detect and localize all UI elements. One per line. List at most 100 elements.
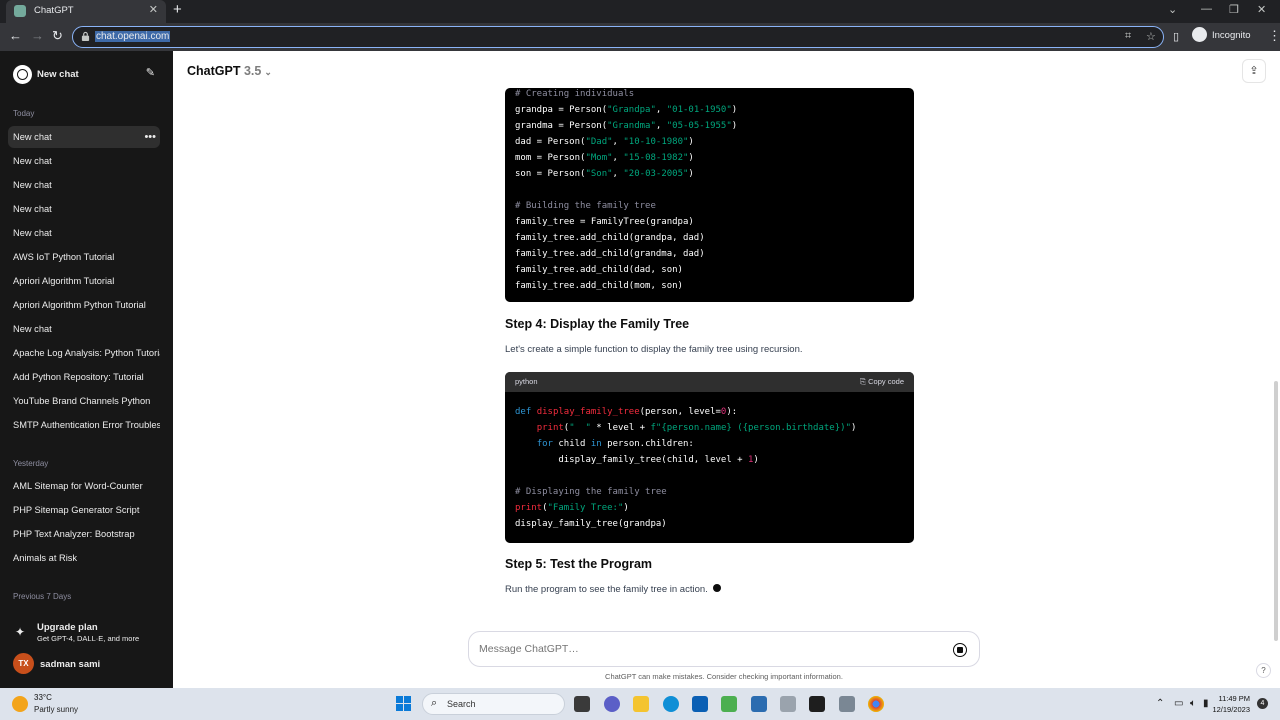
reload-icon[interactable]: ↻: [52, 29, 63, 43]
help-button[interactable]: ?: [1256, 663, 1271, 678]
battery-icon[interactable]: ▮: [1203, 698, 1209, 709]
section-today-title: Today: [13, 109, 35, 118]
chat-history-item[interactable]: YouTube Brand Channels Python: [8, 390, 160, 412]
message-input[interactable]: [479, 643, 919, 655]
chat-history-item[interactable]: AWS IoT Python Tutorial: [8, 246, 160, 268]
stop-generating-button[interactable]: [953, 643, 967, 657]
search-icon: ⌕: [431, 697, 438, 709]
weather-sun-icon: [12, 696, 28, 712]
chat-history-item[interactable]: Apache Log Analysis: Python Tutorial: [8, 342, 160, 364]
chat-history-item[interactable]: Add Python Repository: Tutorial: [8, 366, 160, 388]
chat-history-item[interactable]: Apriori Algorithm Python Tutorial: [8, 294, 160, 316]
address-bar[interactable]: chat.openai.com ⌗ ☆: [72, 26, 1164, 48]
chat-history-item[interactable]: SMTP Authentication Error Troubleshootin…: [8, 414, 160, 436]
app-icon[interactable]: [780, 696, 796, 712]
bookmark-star-icon[interactable]: ☆: [1146, 30, 1156, 43]
close-window-icon[interactable]: ✕: [1257, 3, 1266, 16]
chat-history-item[interactable]: PHP Text Analyzer: Bootstrap: [8, 523, 160, 545]
volume-icon[interactable]: 🔈︎: [1190, 698, 1196, 709]
file-explorer-icon[interactable]: [633, 696, 649, 712]
chat-history-item[interactable]: New chat: [8, 174, 160, 196]
store-icon[interactable]: [692, 696, 708, 712]
minimize-icon[interactable]: —: [1201, 3, 1212, 15]
code-line: display_family_tree(grandpa): [515, 519, 667, 529]
edit-icon[interactable]: ✎: [146, 66, 155, 79]
qr-code-icon[interactable]: ⌗: [1125, 30, 1131, 43]
code-body: def display_family_tree(person, level=0)…: [505, 392, 914, 532]
step4-heading: Step 4: Display the Family Tree: [505, 317, 690, 331]
step5-text-row: Run the program to see the family tree i…: [505, 584, 721, 595]
url-text[interactable]: chat.openai.com: [95, 31, 171, 42]
vscode-icon[interactable]: [751, 696, 767, 712]
back-icon[interactable]: ←: [9, 29, 22, 43]
close-tab-icon[interactable]: ✕: [149, 3, 158, 16]
edge-icon[interactable]: [663, 696, 679, 712]
chat-history-item[interactable]: New chat: [8, 198, 160, 220]
browser-menu-icon[interactable]: ⋮: [1268, 28, 1280, 44]
chatgpt-logo-icon: [13, 65, 32, 84]
model-version: 3.5: [243, 64, 262, 78]
windows-taskbar: 33°C Partly sunny ⌕ Search ⌃ ▭ 🔈︎ ▮ 11:4…: [0, 688, 1280, 720]
code-language: python: [515, 377, 538, 386]
tab-search-icon[interactable]: ⌄: [1168, 3, 1177, 16]
chat-history-item[interactable]: New chat: [8, 318, 160, 340]
code-block-display: python ⎘ Copy code def display_family_tr…: [505, 372, 914, 543]
code-line: grandma = Person("Grandma", "05-05-1955"…: [515, 121, 738, 131]
chat-history-item[interactable]: New chat •••: [8, 126, 160, 148]
task-view-icon[interactable]: [574, 696, 590, 712]
code-line: son = Person("Son", "20-03-2005"): [515, 169, 694, 179]
avatar: TX: [13, 653, 34, 674]
user-menu[interactable]: TX sadman sami: [13, 653, 163, 675]
more-options-icon[interactable]: •••: [144, 126, 156, 148]
code-line: print("Family Tree:"): [515, 503, 629, 513]
upgrade-plan-button[interactable]: ✦ Upgrade plan Get GPT-4, DALL·E, and mo…: [13, 621, 163, 645]
chat-history-item[interactable]: New chat: [8, 150, 160, 172]
chat-history-item[interactable]: Animals at Risk: [8, 547, 160, 569]
browser-tab-strip: ChatGPT ✕ + ⌄ — ❐ ✕: [0, 0, 1280, 23]
side-panel-icon[interactable]: ▯: [1173, 30, 1179, 44]
restore-icon[interactable]: ❐: [1229, 3, 1239, 16]
section-previous-7-days-title: Previous 7 Days: [13, 592, 72, 601]
chrome-icon[interactable]: [868, 696, 884, 712]
code-line: for child in person.children:: [536, 439, 694, 449]
step4-text: Let's create a simple function to displa…: [505, 344, 803, 355]
incognito-badge[interactable]: Incognito: [1192, 27, 1251, 43]
chat-history-item[interactable]: AML Sitemap for Word-Counter: [8, 475, 160, 497]
show-hidden-icons-icon[interactable]: ⌃: [1156, 698, 1164, 709]
code-line: print(" " * level + f"{person.name} ({pe…: [536, 423, 857, 433]
time: 11:49 PM: [1218, 694, 1250, 703]
windows-start-icon[interactable]: [396, 696, 412, 712]
chatgpt-favicon-icon: [14, 5, 26, 17]
copy-code-button[interactable]: ⎘ Copy code: [860, 372, 904, 392]
clock[interactable]: 11:49 PM 12/19/2023: [1212, 693, 1250, 715]
code-line: # Displaying the family tree: [515, 487, 667, 497]
terminal-icon[interactable]: [809, 696, 825, 712]
section-yesterday-title: Yesterday: [13, 459, 49, 468]
taskbar-search[interactable]: ⌕ Search: [422, 693, 565, 715]
chat-app-icon[interactable]: [604, 696, 620, 712]
network-icon[interactable]: ▭: [1174, 698, 1183, 709]
taskbar-search-label: Search: [447, 699, 476, 709]
chat-history-item[interactable]: Apriori Algorithm Tutorial: [8, 270, 160, 292]
app-icon[interactable]: [839, 696, 855, 712]
forward-icon[interactable]: →: [31, 29, 44, 43]
lock-icon: [81, 31, 90, 41]
scrollbar[interactable]: [1274, 381, 1278, 641]
share-button[interactable]: ⇪: [1242, 59, 1266, 83]
step5-heading: Step 5: Test the Program: [505, 557, 653, 571]
chat-history-item[interactable]: New chat: [8, 222, 160, 244]
notepad-icon[interactable]: [721, 696, 737, 712]
upgrade-title: Upgrade plan: [37, 622, 98, 633]
step5-text: Run the program to see the family tree i…: [505, 584, 708, 595]
browser-tab[interactable]: ChatGPT ✕: [6, 0, 166, 23]
chat-history-item[interactable]: PHP Sitemap Generator Script: [8, 499, 160, 521]
new-chat-button[interactable]: New chat ✎: [8, 61, 160, 87]
model-selector[interactable]: ChatGPT 3.5 ⌄: [187, 64, 272, 78]
weather-desc: Partly sunny: [34, 705, 79, 714]
code-line: display_family_tree(child, level + 1): [515, 455, 759, 465]
code-line: family_tree.add_child(grandma, dad): [515, 249, 705, 259]
new-tab-icon[interactable]: +: [173, 1, 182, 18]
notification-badge[interactable]: 4: [1257, 698, 1268, 709]
code-line: grandpa = Person("Grandpa", "01-01-1950"…: [515, 105, 738, 115]
